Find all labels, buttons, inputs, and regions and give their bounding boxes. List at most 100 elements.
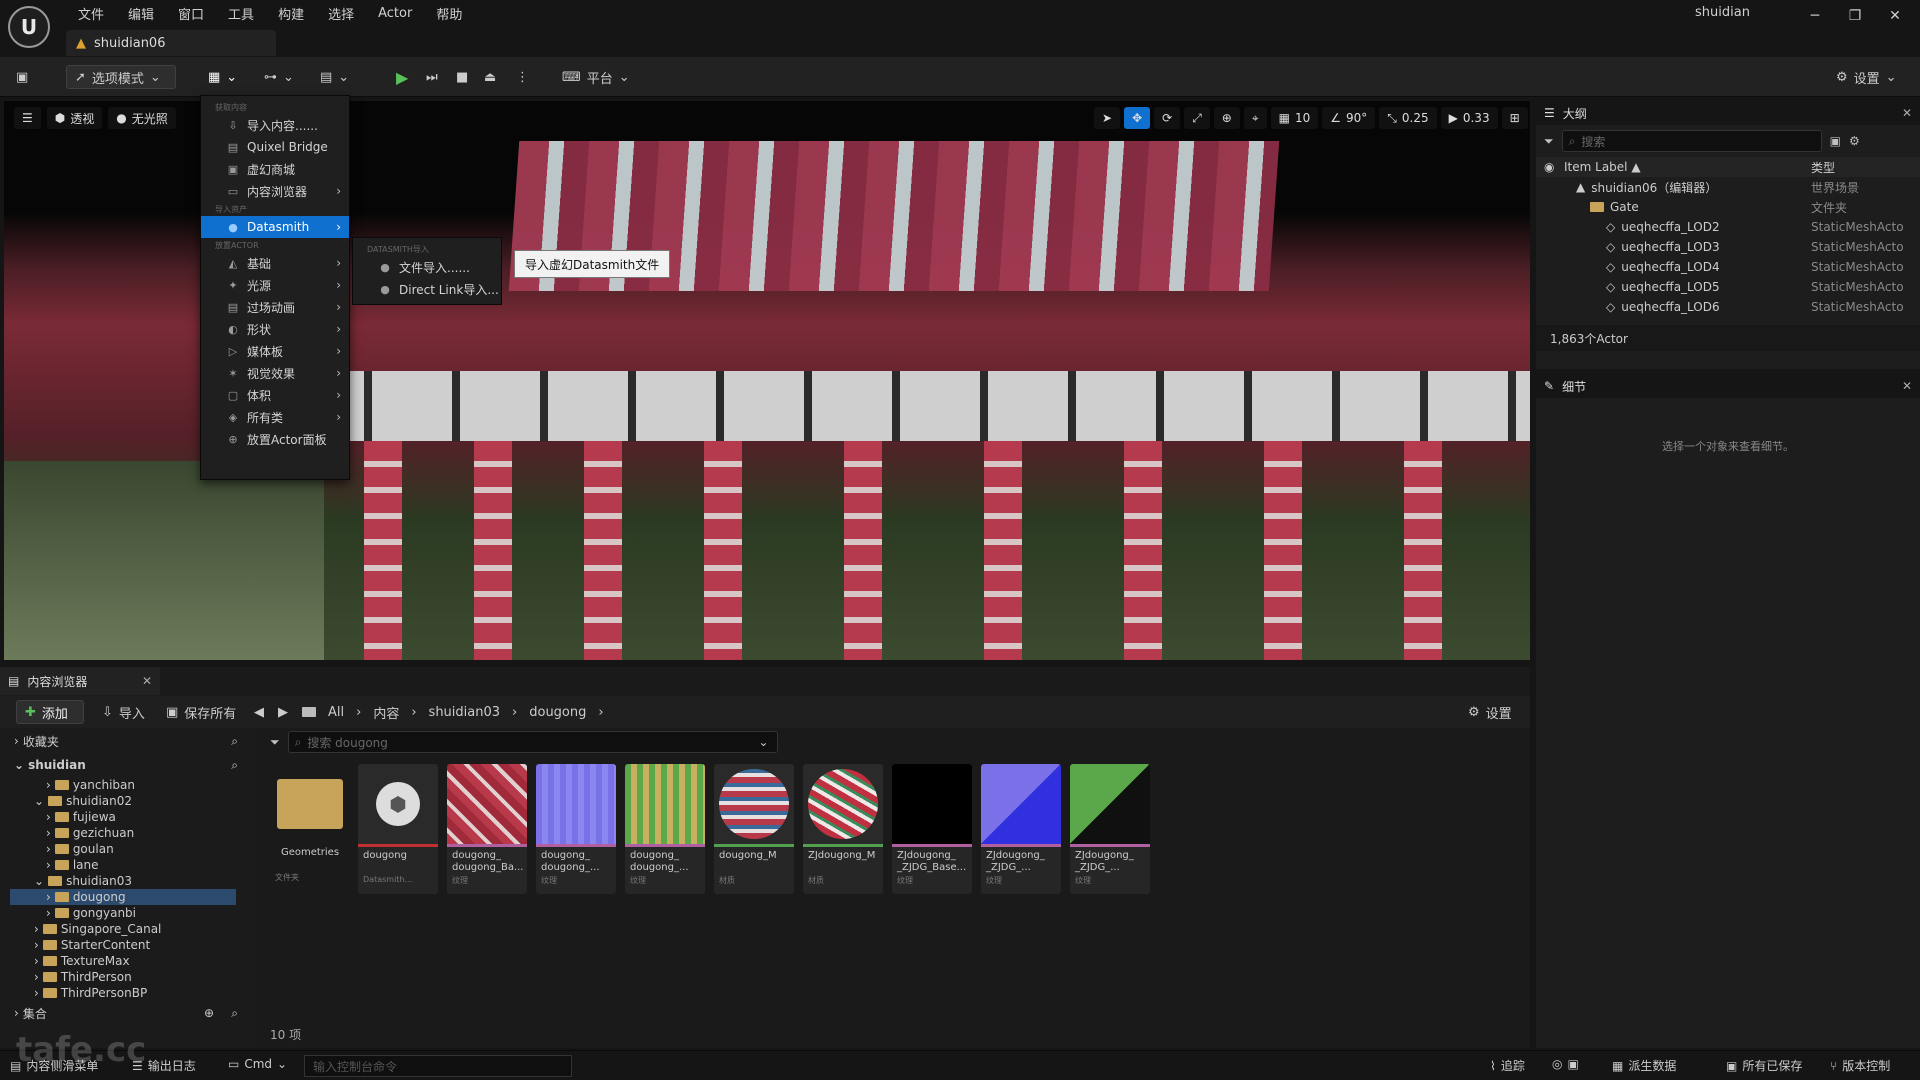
visibility-eye-icon[interactable]: ◉ (1544, 160, 1554, 174)
menu-item-media-plate[interactable]: ▷ 媒体板 › (201, 340, 349, 362)
world-space-toggle[interactable]: ⊕ (1213, 107, 1240, 129)
add-button[interactable]: ✚ 添加 (16, 700, 84, 724)
breadcrumb-shuidian03[interactable]: shuidian03 (429, 705, 500, 720)
derived-data-button[interactable]: ▦ 派生数据 (1612, 1057, 1676, 1074)
menu-item-import-content[interactable]: ⇩ 导入内容...... (201, 114, 349, 136)
tree-item[interactable]: › Singapore_Canal (0, 921, 250, 937)
restore-icon[interactable]: ❐ (1835, 2, 1875, 30)
eject-icon[interactable]: ⏏ (484, 65, 496, 89)
camera-icon[interactable]: ▣ (1567, 1057, 1578, 1071)
menu-edit[interactable]: 编辑 (116, 4, 166, 23)
tree-item[interactable]: › StarterContent (0, 937, 250, 953)
menu-item-datasmith[interactable]: ● Datasmith › (201, 216, 349, 238)
search-icon[interactable]: ⌕ (231, 758, 238, 773)
camera-speed[interactable]: ▶ 0.33 (1440, 107, 1498, 129)
minimize-icon[interactable]: ─ (1795, 2, 1835, 30)
history-forward-icon[interactable]: ▶ (278, 700, 288, 724)
import-button[interactable]: ⇩ 导入 (102, 700, 145, 724)
menu-actor[interactable]: Actor (366, 6, 424, 21)
search-icon[interactable]: ⌕ (231, 734, 238, 749)
favorites-header[interactable]: › 收藏夹 ⌕ (0, 729, 250, 753)
tree-item-selected[interactable]: › dougong (10, 889, 236, 905)
column-item-label[interactable]: Item Label ▲ (1564, 160, 1641, 174)
save-icon[interactable]: ▣ (16, 65, 28, 89)
submenu-file-import[interactable]: ● 文件导入...... (353, 256, 501, 278)
cb-settings-button[interactable]: ⚙ 设置 (1468, 700, 1512, 724)
add-folder-icon[interactable]: ▣ (1830, 134, 1841, 148)
column-type[interactable]: 类型 (1811, 159, 1835, 176)
menu-item-marketplace[interactable]: ▣ 虚幻商城 (201, 158, 349, 180)
history-back-icon[interactable]: ◀ (254, 700, 264, 724)
tree-item[interactable]: › ThirdPersonBP (0, 985, 250, 1001)
asset-tile[interactable]: ZJdougong_ _ZJDG_... 纹理 (1070, 764, 1150, 894)
select-tool[interactable]: ➤ (1094, 107, 1121, 129)
trace-button[interactable]: ⌇ 追踪 (1490, 1057, 1525, 1074)
play-icon[interactable]: ▶ (396, 65, 408, 89)
viewport-layout-button[interactable]: ⊞ (1501, 107, 1528, 129)
asset-tile[interactable]: dougong_ dougong_... 纹理 (625, 764, 705, 894)
asset-tile[interactable]: ZJdougong_M 材质 (803, 764, 883, 894)
content-browser-tab[interactable]: ▤ 内容浏览器 ✕ (0, 667, 160, 695)
cinematics-button[interactable]: ▤ ⌄ (320, 65, 349, 89)
close-icon[interactable]: ✕ (142, 674, 152, 688)
outliner-row[interactable]: ◇ ueqhecffa_LOD2 StaticMeshActo (1536, 217, 1920, 237)
platform-dropdown[interactable]: ⌨ 平台 ⌄ (562, 65, 630, 89)
close-icon[interactable]: ✕ (1902, 106, 1912, 120)
lighting-button[interactable]: ● 无光照 (108, 107, 176, 129)
scale-snap[interactable]: ⤡ 0.25 (1379, 107, 1437, 129)
asset-tile[interactable]: dougong_ dougong_... 纹理 (536, 764, 616, 894)
stop-icon[interactable]: ■ (456, 65, 468, 89)
surface-snap-toggle[interactable]: ⌖ (1243, 107, 1267, 129)
asset-tile[interactable]: ZJdougong_ _ZJDG_Base... 纹理 (892, 764, 972, 894)
level-tab[interactable]: ▲ shuidian06 (66, 30, 276, 56)
menu-tools[interactable]: 工具 (216, 4, 266, 23)
menu-select[interactable]: 选择 (316, 4, 366, 23)
menu-window[interactable]: 窗口 (166, 4, 216, 23)
tree-item[interactable]: ⌄ shuidian03 (0, 873, 250, 889)
menu-item-quixel-bridge[interactable]: ▤ Quixel Bridge (201, 136, 349, 158)
asset-tile[interactable]: ZJdougong_ _ZJDG_... 纹理 (981, 764, 1061, 894)
close-icon[interactable]: ✕ (1875, 2, 1915, 30)
all-saved-button[interactable]: ▣ 所有已保存 (1726, 1057, 1802, 1074)
add-circle-icon[interactable]: ⊕ (204, 1006, 214, 1020)
submenu-direct-link-import[interactable]: ● Direct Link导入... (353, 278, 501, 300)
breadcrumb-dougong[interactable]: dougong (529, 705, 586, 720)
scale-tool[interactable]: ⤢ (1184, 107, 1210, 129)
asset-search-input[interactable]: ⌕ 搜索 dougong ⌄ (287, 731, 778, 753)
mode-dropdown[interactable]: ➚ 选项模式 ⌄ (66, 65, 176, 89)
more-options-icon[interactable]: ⋮ (516, 65, 529, 89)
menu-item-all-classes[interactable]: ◈ 所有类 › (201, 406, 349, 428)
menu-item-basic[interactable]: ◭ 基础 › (201, 252, 349, 274)
menu-item-shapes[interactable]: ◐ 形状 › (201, 318, 349, 340)
perspective-button[interactable]: ⬢ 透视 (46, 107, 103, 129)
viewport-menu-button[interactable]: ☰ (14, 107, 41, 129)
outliner-row[interactable]: ◇ ueqhecffa_LOD3 StaticMeshActo (1536, 237, 1920, 257)
collections-header[interactable]: › 集合 ⊕ ⌕ (0, 1001, 250, 1025)
network-icon[interactable]: ◎ (1552, 1057, 1562, 1071)
move-tool[interactable]: ✥ (1124, 107, 1151, 129)
cmd-dropdown[interactable]: ▭ Cmd ⌄ (228, 1057, 287, 1071)
tree-item[interactable]: › goulan (0, 841, 250, 857)
asset-tile[interactable]: ⬢ dougong Datasmith... (358, 764, 438, 894)
tree-item[interactable]: ⌄ shuidian02 (0, 793, 250, 809)
menu-item-place-actors-panel[interactable]: ⊕ 放置Actor面板 (201, 428, 349, 450)
menu-file[interactable]: 文件 (66, 4, 116, 23)
gear-icon[interactable]: ⚙ (1849, 134, 1860, 148)
tree-item[interactable]: › ThirdPerson (0, 969, 250, 985)
asset-tile-folder[interactable]: Geometries 文件夹 (270, 764, 350, 894)
filter-icon[interactable]: ⏷ (1544, 134, 1554, 149)
rotate-tool[interactable]: ⟳ (1154, 107, 1181, 129)
menu-item-cinematics[interactable]: ▤ 过场动画 › (201, 296, 349, 318)
step-icon[interactable]: ⏭ (426, 65, 438, 89)
search-icon[interactable]: ⌕ (231, 1006, 238, 1021)
outliner-tab[interactable]: ☰ 大纲 ✕ (1536, 101, 1920, 125)
tree-item[interactable]: › gezichuan (0, 825, 250, 841)
asset-tile[interactable]: dougong_M 材质 (714, 764, 794, 894)
breadcrumb-all[interactable]: All (328, 705, 344, 720)
filter-icon[interactable]: ⏷ (270, 735, 280, 750)
blueprint-button[interactable]: ⊶ ⌄ (264, 65, 294, 89)
outliner-row[interactable]: ◇ ueqhecffa_LOD6 StaticMeshActo (1536, 297, 1920, 317)
menu-item-content-browser[interactable]: ▭ 内容浏览器 › (201, 180, 349, 202)
close-icon[interactable]: ✕ (1902, 379, 1912, 393)
menu-item-visual-effects[interactable]: ✶ 视觉效果 › (201, 362, 349, 384)
